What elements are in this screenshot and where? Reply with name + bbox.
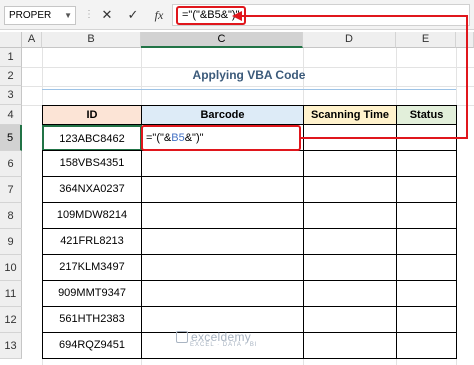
watermark-tagline: EXCEL · DATA · BI xyxy=(190,342,258,348)
id-cell[interactable]: 694RQZ9451 xyxy=(42,332,142,359)
scanning-time-cell[interactable] xyxy=(303,306,397,333)
row-header-3[interactable]: 3 xyxy=(0,86,22,105)
column-header-b[interactable]: B xyxy=(42,32,141,48)
row-header-6[interactable]: 6 xyxy=(0,151,22,177)
barcode-cell[interactable] xyxy=(141,306,304,333)
status-cell[interactable] xyxy=(396,228,457,255)
row-header-9[interactable]: 9 xyxy=(0,229,22,255)
header-status[interactable]: Status xyxy=(396,105,457,125)
column-header-f[interactable] xyxy=(456,32,474,48)
scanning-time-cell[interactable] xyxy=(303,280,397,307)
scanning-time-cell[interactable] xyxy=(303,228,397,255)
row-header-1[interactable]: 1 xyxy=(0,48,22,67)
scanning-time-cell[interactable] xyxy=(303,202,397,229)
row-header-10[interactable]: 10 xyxy=(0,255,22,281)
scanning-time-cell[interactable] xyxy=(303,254,397,281)
row-header-11[interactable]: 11 xyxy=(0,281,22,307)
id-cell[interactable]: 123ABC8462 xyxy=(42,125,142,151)
barcode-cell[interactable] xyxy=(141,280,304,307)
status-cell[interactable] xyxy=(396,332,457,359)
row-header-7[interactable]: 7 xyxy=(0,177,22,203)
exceldemy-watermark: exceldemy EXCEL · DATA · BI xyxy=(176,330,258,348)
status-cell[interactable] xyxy=(396,306,457,333)
barcode-cell[interactable] xyxy=(141,202,304,229)
status-cell[interactable] xyxy=(396,202,457,229)
scanning-time-cell[interactable] xyxy=(303,176,397,203)
separator-icon: ⋮ xyxy=(84,9,94,20)
id-cell[interactable]: 364NXA0237 xyxy=(42,176,142,203)
cancel-icon[interactable]: ✕ xyxy=(98,6,116,24)
row-header-4[interactable]: 4 xyxy=(0,105,22,125)
header-barcode[interactable]: Barcode xyxy=(141,105,304,125)
barcode-cell[interactable] xyxy=(141,254,304,281)
row-header-2[interactable]: 2 xyxy=(0,67,22,86)
cell-reference: B5 xyxy=(171,132,185,144)
id-cell[interactable]: 909MMT9347 xyxy=(42,280,142,307)
column-header-c[interactable]: C xyxy=(141,32,303,48)
status-cell[interactable] xyxy=(396,254,457,281)
insert-function-icon[interactable]: fx xyxy=(150,6,168,24)
status-cell[interactable] xyxy=(396,150,457,177)
barcode-cell[interactable] xyxy=(141,150,304,177)
row-header-12[interactable]: 12 xyxy=(0,307,22,333)
header-scanning-time[interactable]: Scanning Time xyxy=(303,105,397,125)
callout-arrow-horizontal xyxy=(301,137,468,139)
formula-prefix: ="("& xyxy=(146,132,172,144)
id-cell[interactable]: 158VBS4351 xyxy=(42,150,142,177)
status-cell[interactable] xyxy=(396,280,457,307)
sheet-title[interactable]: Applying VBA Code xyxy=(42,66,456,84)
row-header-13[interactable]: 13 xyxy=(0,333,22,359)
id-cell[interactable]: 561HTH2383 xyxy=(42,306,142,333)
column-header-a[interactable]: A xyxy=(22,32,42,48)
arrowhead-icon xyxy=(232,11,242,21)
id-cell[interactable]: 421FRL8213 xyxy=(42,228,142,255)
scanning-time-cell[interactable] xyxy=(303,332,397,359)
name-box-value: PROPER xyxy=(9,10,52,21)
callout-arrow-vertical xyxy=(466,15,468,139)
gridline xyxy=(22,86,474,87)
scanning-time-cell[interactable] xyxy=(303,150,397,177)
title-underline xyxy=(42,89,456,90)
row-header-5[interactable]: 5 xyxy=(0,125,22,151)
barcode-cell[interactable] xyxy=(141,176,304,203)
exceldemy-logo-icon xyxy=(176,331,188,343)
id-cell[interactable]: 109MDW8214 xyxy=(42,202,142,229)
chevron-down-icon[interactable]: ▼ xyxy=(64,7,72,24)
column-header-d[interactable]: D xyxy=(303,32,396,48)
id-cell[interactable]: 217KLM3497 xyxy=(42,254,142,281)
row-header-8[interactable]: 8 xyxy=(0,203,22,229)
select-all-corner[interactable] xyxy=(0,32,22,48)
barcode-cell[interactable] xyxy=(141,228,304,255)
enter-icon[interactable]: ✓ xyxy=(124,6,142,24)
name-box[interactable]: PROPER ▼ xyxy=(4,6,76,25)
column-header-e[interactable]: E xyxy=(396,32,456,48)
editing-cell-c5[interactable]: ="("&B5&")" xyxy=(141,125,301,151)
formula-suffix: &")" xyxy=(184,132,204,144)
status-cell[interactable] xyxy=(396,176,457,203)
header-id[interactable]: ID xyxy=(42,105,142,125)
callout-arrow-top xyxy=(240,15,468,17)
